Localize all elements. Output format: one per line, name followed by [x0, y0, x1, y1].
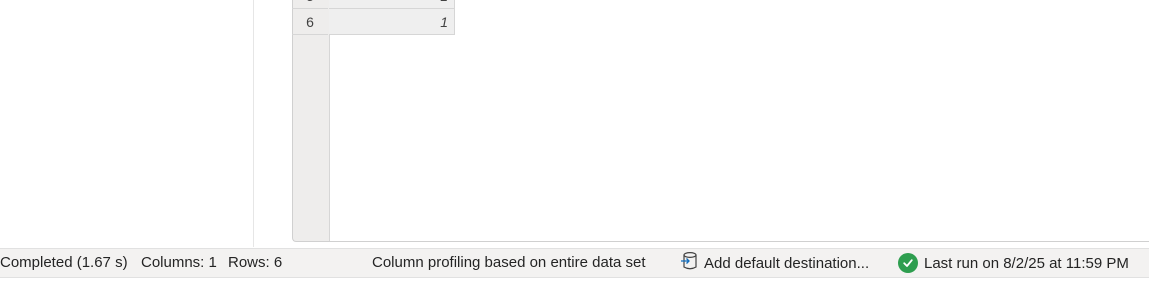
add-default-destination-label: Add default destination... — [704, 254, 870, 272]
status-bar: Completed (1.67 s) Columns: 1 Rows: 6 Co… — [0, 248, 1149, 278]
table-cell[interactable]: 1 — [329, 0, 455, 9]
status-rows: Rows: 6 — [228, 254, 283, 271]
status-completed: Completed (1.67 s) — [0, 254, 128, 271]
status-columns: Columns: 1 — [141, 254, 217, 271]
check-circle-icon — [898, 253, 918, 273]
last-run-status[interactable]: Last run on 8/2/25 at 11:59 PM — [898, 252, 1129, 274]
last-run-label: Last run on 8/2/25 at 11:59 PM — [924, 254, 1129, 272]
queries-pane — [0, 0, 254, 247]
table-cell[interactable]: 1 — [329, 9, 455, 35]
destination-icon — [680, 251, 698, 275]
row-number-column — [292, 0, 330, 242]
data-preview-grid: 5 1 6 1 — [292, 0, 1149, 243]
add-default-destination-button[interactable]: Add default destination... — [680, 251, 870, 275]
row-number[interactable]: 5 — [292, 0, 328, 9]
grid-divider — [328, 241, 1149, 242]
row-number[interactable]: 6 — [292, 9, 328, 35]
column-profiling-status[interactable]: Column profiling based on entire data se… — [372, 254, 646, 271]
